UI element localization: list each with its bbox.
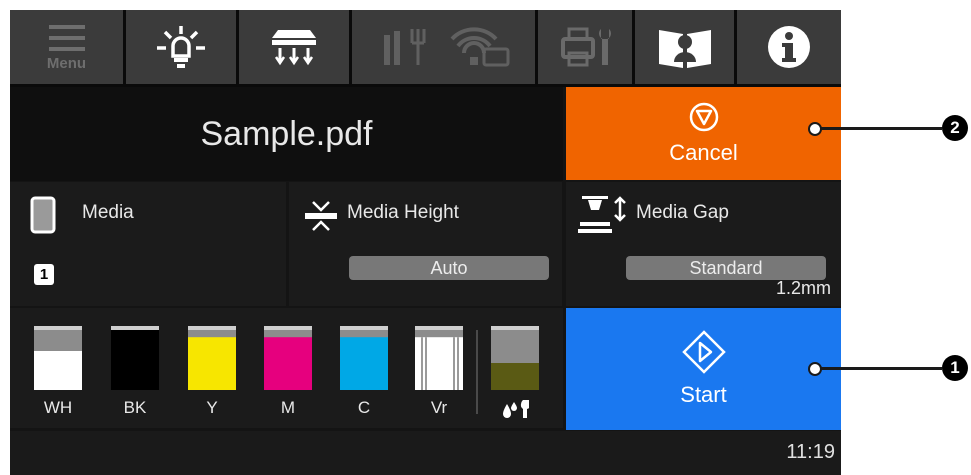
menu-icon <box>48 24 85 51</box>
light-bulb-icon <box>157 26 205 68</box>
light-button[interactable] <box>126 10 236 84</box>
status-bar: 11:19 <box>10 431 841 475</box>
media-tile[interactable]: Media 1 <box>10 182 286 306</box>
media-number-badge: 1 <box>34 264 54 285</box>
callout-1-line <box>820 367 942 370</box>
ink-label: WH <box>43 398 73 417</box>
waste-ink-level <box>491 326 539 390</box>
toolbar: Menu <box>10 10 841 87</box>
printer-control-panel: Menu Sample.pdf Cancel Media 1 Media Hei… <box>10 10 841 475</box>
media-label: Media <box>82 202 134 223</box>
media-gap-label: Media Gap <box>636 202 729 223</box>
manual-button[interactable] <box>635 10 734 84</box>
ink-label: M <box>280 398 296 417</box>
media-height-label: Media Height <box>347 202 459 223</box>
start-icon <box>681 330 726 374</box>
media-gap-distance: 1.2mm <box>775 278 831 298</box>
manual-icon <box>658 30 711 68</box>
ink-level-wh <box>34 326 82 390</box>
cancel-button[interactable]: Cancel <box>566 87 841 180</box>
callout-2-number: 2 <box>942 115 968 141</box>
ink-label: Y <box>206 398 218 417</box>
maintenance-icon <box>561 27 611 67</box>
job-file-area: Sample.pdf <box>10 87 563 181</box>
job-file-name: Sample.pdf <box>200 114 373 153</box>
media-height-icon <box>305 201 337 231</box>
info-icon <box>768 26 810 68</box>
media-gap-tile[interactable]: Media Gap Standard 1.2mm <box>566 182 841 306</box>
maintenance-button[interactable] <box>538 10 632 84</box>
callout-2-line <box>820 127 942 130</box>
ink-divider <box>476 330 478 414</box>
ink-level-bk <box>111 326 159 390</box>
ink-level-y <box>188 326 236 390</box>
media-icon <box>30 196 56 234</box>
heater-button[interactable] <box>239 10 349 84</box>
ink-label: C <box>357 398 371 417</box>
stop-icon <box>689 102 718 131</box>
clock: 11:19 <box>786 441 835 463</box>
ink-label: Vr <box>430 398 448 417</box>
ink-level-m <box>264 326 312 390</box>
callout-1-number: 1 <box>942 355 968 381</box>
media-gap-icon <box>578 196 626 233</box>
ink-label: BK <box>123 398 147 417</box>
menu-button[interactable]: Menu <box>10 10 123 84</box>
menu-label: Menu <box>46 54 87 72</box>
info-button[interactable] <box>737 10 841 84</box>
heater-icon <box>272 30 316 66</box>
maintenance-ink-icon <box>503 400 529 418</box>
cancel-label: Cancel <box>669 139 738 165</box>
start-label: Start <box>680 382 727 407</box>
ink-level-c <box>340 326 388 390</box>
network-icon <box>383 27 509 67</box>
media-gap-value: Standard <box>626 256 826 280</box>
ink-status-panel[interactable]: WH BK Y M C Vr <box>10 308 563 428</box>
ink-level-vr <box>415 326 463 390</box>
media-height-value: Auto <box>349 256 549 280</box>
network-button[interactable] <box>352 10 535 84</box>
media-height-tile[interactable]: Media Height Auto <box>289 182 562 306</box>
start-button[interactable]: Start <box>566 308 841 430</box>
